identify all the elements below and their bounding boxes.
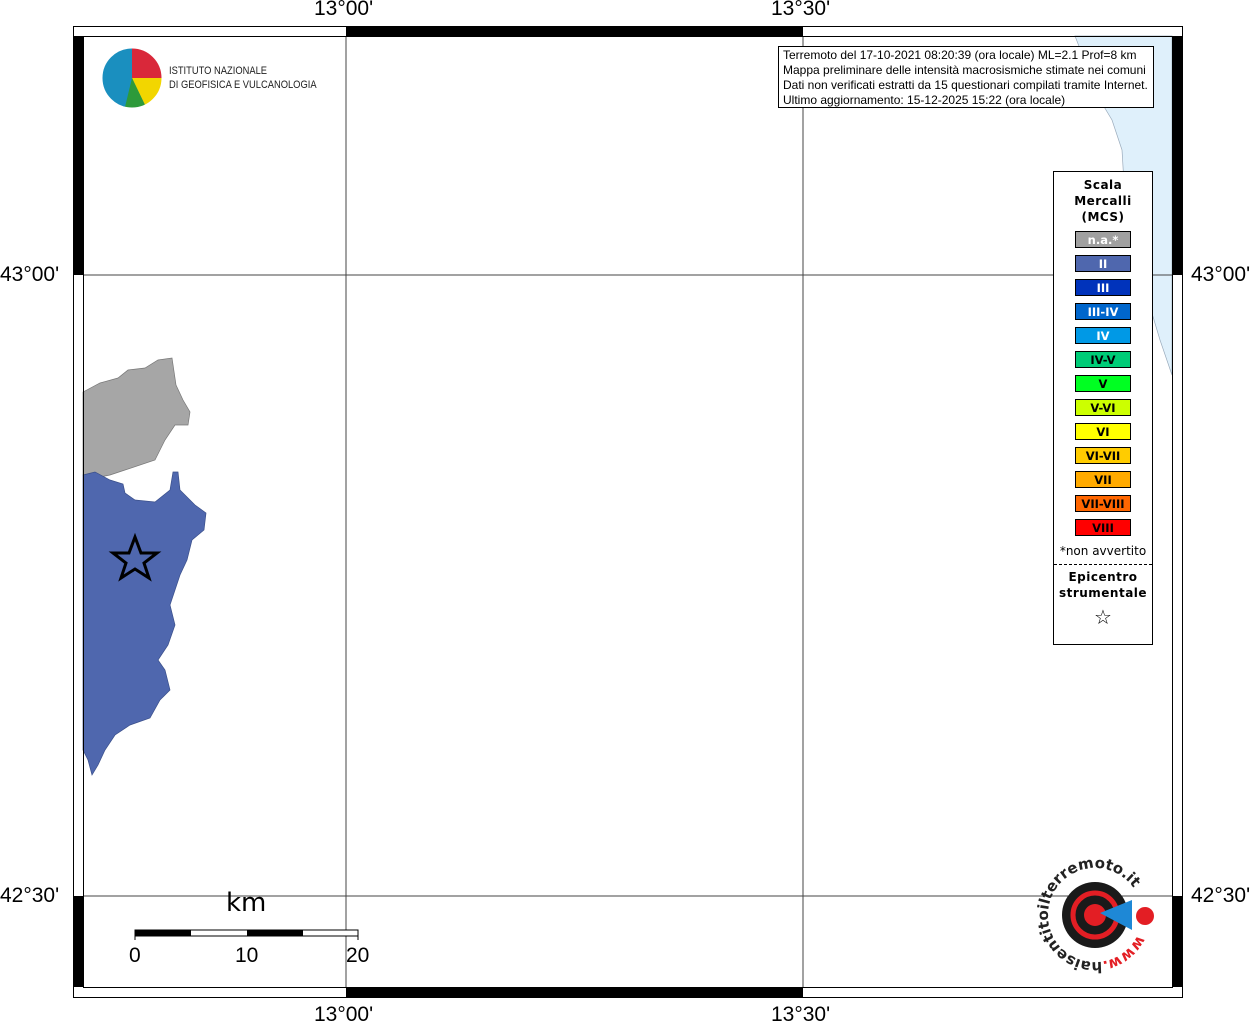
legend-title-line: Scala (1083, 178, 1123, 192)
legend-swatch-iii: III (1075, 279, 1131, 296)
legend-swatch-iii-iv: III-IV (1075, 303, 1131, 320)
lat-tick-left-2: 42°30' (0, 884, 60, 907)
lat-tick-right-2: 42°30' (1191, 884, 1251, 907)
lat-tick-left-1: 43°00' (0, 263, 60, 286)
legend-swatch-iv: IV (1075, 327, 1131, 344)
lon-tick-bottom-1: 13°00' (314, 1003, 374, 1026)
lat-tick-right-1: 43°00' (1191, 263, 1251, 286)
epicenter-label-line: Epicentro (1068, 570, 1138, 584)
intensity-legend: Scala Mercalli (MCS) n.a.* II III III-IV IV I… (1053, 171, 1153, 645)
legend-title: Scala Mercalli (MCS) (1054, 177, 1152, 225)
legend-swatch-vi: VI (1075, 423, 1131, 440)
info-line: Terremoto del 17-10-2021 08:20:39 (ora l… (783, 48, 1137, 62)
epicenter-label: Epicentro strumentale (1054, 569, 1152, 601)
epicenter-label-line: strumentale (1058, 586, 1148, 600)
legend-divider (1054, 564, 1152, 565)
info-line: Ultimo aggiornamento: 15-12-2025 15:22 (… (783, 93, 1066, 107)
scale-label-0: 0 (129, 944, 141, 967)
inqv-logo-icon (101, 47, 163, 109)
legend-swatch-v: V (1075, 375, 1131, 392)
legend-swatch-v-vi: V-VI (1075, 399, 1131, 416)
legend-swatch-viii: VIII (1075, 519, 1131, 536)
scale-unit: km (226, 888, 267, 918)
legend-title-line: (MCS) (1081, 210, 1125, 224)
legend-swatch-vii-viii: VII-VIII (1075, 495, 1131, 512)
info-line: Dati non verificati estratti da 15 quest… (783, 78, 1148, 92)
info-line: Mappa preliminare delle intensità macros… (783, 63, 1146, 77)
scale-label-20: 20 (346, 944, 370, 967)
logo-line1: ISTITUTO NAZIONALE (169, 65, 268, 77)
ingv-logo-text: ISTITUTO NAZIONALE DI GEOFISICA E VULCAN… (169, 64, 317, 92)
scale-label-10: 10 (235, 944, 259, 967)
logo-line2: DI GEOFISICA E VULCANOLOGIA (169, 79, 317, 91)
legend-swatch-ii: II (1075, 255, 1131, 272)
legend-swatches: n.a.* II III III-IV IV IV-V V V-VI VI VI-VII VII VI… (1054, 231, 1152, 536)
legend-swatch-n-a-: n.a.* (1075, 231, 1131, 248)
epicenter-star-icon: ☆ (1094, 605, 1112, 629)
lon-tick-top-1: 13°00' (314, 0, 374, 20)
legend-title-line: Mercalli (1074, 194, 1132, 208)
legend-note: *non avvertito (1059, 544, 1147, 558)
legend-swatch-vii: VII (1075, 471, 1131, 488)
legend-swatch-vi-vii: VI-VII (1075, 447, 1131, 464)
event-info-box: Terremoto del 17-10-2021 08:20:39 (ora l… (778, 46, 1154, 108)
lon-tick-top-2: 13°30' (771, 0, 831, 20)
lon-tick-bottom-2: 13°30' (771, 1003, 831, 1026)
legend-swatch-iv-v: IV-V (1075, 351, 1131, 368)
